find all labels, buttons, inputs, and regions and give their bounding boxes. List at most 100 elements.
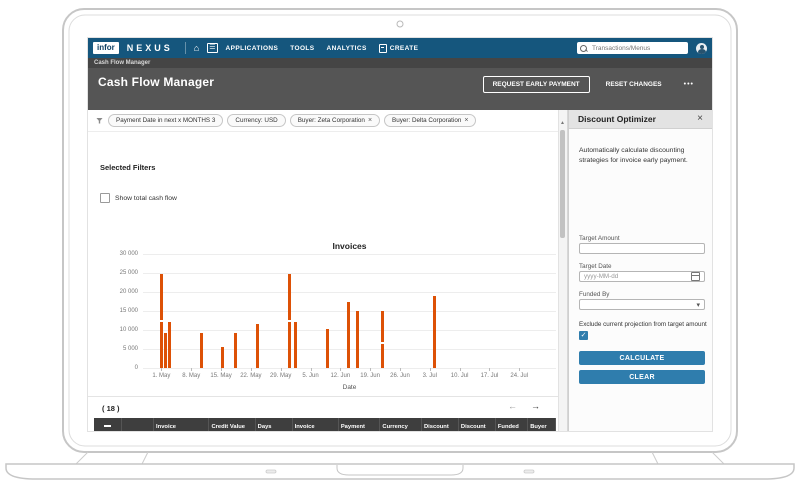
column-header[interactable]: Payment	[339, 418, 381, 431]
invoice-bar-may-18	[234, 332, 238, 368]
user-avatar-icon[interactable]	[696, 42, 707, 54]
nav-item-tools[interactable]: TOOLS	[290, 45, 314, 52]
x-tick	[191, 368, 193, 371]
invoice-bar-jul-4	[432, 295, 436, 368]
y-tick-label: 5 000	[122, 346, 138, 352]
table-toolbar: ( 18 ) ← →	[88, 396, 558, 419]
scrollbar-thumb[interactable]	[560, 130, 565, 238]
page-forward-icon[interactable]: →	[531, 402, 540, 411]
calendar-icon[interactable]	[691, 272, 700, 281]
page-back-icon[interactable]: ←	[508, 402, 517, 411]
invoices-bar-chart: Amount (USD) 05 00010 00015 00020 00025 …	[120, 251, 556, 379]
invoice-bar-may-23	[255, 323, 259, 368]
nav-item-create[interactable]: CREATE	[378, 43, 419, 53]
discount-optimizer-panel: Discount Optimizer × Automatically calcu…	[568, 110, 712, 431]
column-header[interactable]: Discount	[459, 418, 496, 431]
funded-by-select[interactable]: ▾	[579, 299, 705, 310]
column-header[interactable]	[122, 418, 155, 431]
x-tick	[399, 368, 401, 371]
y-tick-label: 0	[134, 365, 138, 371]
x-tick-label: 24. Jul	[510, 373, 529, 379]
column-header[interactable]: Funded	[496, 418, 529, 431]
chip-close-icon[interactable]: ×	[368, 117, 372, 124]
nexus-brand: NEXUS	[126, 43, 173, 53]
scroll-up-icon[interactable]: ▲	[560, 120, 565, 126]
column-header[interactable]: Discount	[422, 418, 459, 431]
search-icon	[580, 44, 587, 52]
filter-chip[interactable]: Payment Date in next x MONTHS 3	[108, 114, 224, 127]
menu-grid-icon[interactable]: ☰	[207, 43, 218, 53]
exclude-projection-checkbox[interactable]: ✓	[579, 331, 588, 340]
gridline	[143, 292, 556, 293]
invoice-bar-may-2	[164, 333, 168, 368]
invoice-bar-jun-22	[381, 311, 385, 368]
x-tick	[310, 368, 312, 371]
infor-logo[interactable]: infor	[93, 42, 119, 54]
column-header[interactable]: Credit Value	[209, 418, 256, 431]
x-tick	[519, 368, 521, 371]
nav-item-applications[interactable]: APPLICATIONS	[226, 45, 279, 52]
x-tick	[370, 368, 372, 371]
clear-button[interactable]: CLEAR	[579, 370, 705, 384]
calculate-button[interactable]: CALCULATE	[579, 351, 705, 365]
show-total-cash-flow-checkbox[interactable]	[100, 193, 110, 203]
x-tick	[429, 368, 431, 371]
target-amount-label: Target Amount	[579, 235, 620, 242]
invoice-bar-jun-16	[355, 311, 359, 368]
invoice-bar-jun-9	[326, 329, 330, 368]
reset-changes-button[interactable]: RESET CHANGES	[600, 80, 668, 89]
column-header[interactable]: Days	[256, 418, 293, 431]
y-tick-label: 15 000	[119, 308, 138, 314]
invoice-bar-may-3	[168, 321, 172, 368]
target-date-input[interactable]: yyyy-MM-dd	[579, 271, 705, 282]
breadcrumb: Cash Flow Manager	[88, 58, 712, 68]
panel-close-icon[interactable]: ×	[697, 114, 703, 124]
request-early-payment-button[interactable]: REQUEST EARLY PAYMENT	[482, 76, 590, 93]
nav-menu: APPLICATIONS TOOLS ANALYTICS CREATE	[226, 43, 569, 53]
x-tick	[459, 368, 461, 371]
target-date-label: Target Date	[579, 263, 612, 270]
select-all-checkbox[interactable]	[94, 418, 122, 431]
nav-divider	[184, 42, 186, 54]
filter-chip[interactable]: Buyer: Delta Corporation ×	[384, 114, 477, 127]
main-content: Payment Date in next x MONTHS 3 Currency:…	[88, 110, 558, 431]
chip-close-icon[interactable]: ×	[464, 117, 468, 124]
target-amount-input[interactable]	[579, 243, 705, 254]
x-axis-label: Date	[342, 384, 357, 391]
gridline	[143, 368, 556, 369]
filter-icon[interactable]	[96, 117, 103, 124]
chart-title: Invoices	[332, 241, 367, 251]
panel-title: Discount Optimizer	[578, 114, 656, 124]
column-header[interactable]: Currency	[380, 418, 422, 431]
x-tick	[280, 368, 282, 371]
filter-chips: Payment Date in next x MONTHS 3 Currency:…	[108, 114, 477, 127]
x-tick	[340, 368, 342, 371]
gridline	[143, 254, 556, 255]
column-header[interactable]: Invoice	[293, 418, 339, 431]
y-tick-label: 30 000	[119, 251, 138, 257]
filter-bar: Payment Date in next x MONTHS 3 Currency:…	[88, 110, 558, 132]
create-icon	[378, 43, 387, 53]
app-screen: infor NEXUS ⌂ ☰ APPLICATIONS TOOLS ANALYTI…	[87, 37, 713, 432]
target-date-placeholder: yyyy-MM-dd	[584, 273, 619, 280]
home-icon[interactable]: ⌂	[194, 43, 199, 53]
invoice-bar-may-15	[221, 347, 225, 368]
page-title: Cash Flow Manager	[98, 75, 215, 89]
vertical-scrollbar[interactable]: ▲	[558, 110, 568, 431]
more-options-button[interactable]: •••	[678, 80, 700, 89]
gridline	[143, 273, 556, 274]
invoice-bar-may-31	[287, 273, 291, 368]
nav-item-analytics[interactable]: ANALYTICS	[327, 45, 367, 52]
column-header[interactable]: Buyer	[528, 418, 556, 431]
filter-chip[interactable]: Buyer: Zeta Corporation ×	[289, 114, 381, 127]
x-tick	[221, 368, 223, 371]
invoice-bar-jun-1	[294, 321, 298, 368]
search-input[interactable]	[590, 43, 685, 53]
column-header[interactable]: Invoice	[154, 418, 210, 431]
x-tick	[489, 368, 491, 371]
x-tick	[250, 368, 252, 371]
filter-chip[interactable]: Currency: USD	[227, 114, 286, 127]
top-nav: infor NEXUS ⌂ ☰ APPLICATIONS TOOLS ANALYTI…	[88, 38, 712, 58]
x-tick	[161, 368, 163, 371]
page-header: Cash Flow Manager REQUEST EARLY PAYMENT …	[88, 68, 712, 142]
